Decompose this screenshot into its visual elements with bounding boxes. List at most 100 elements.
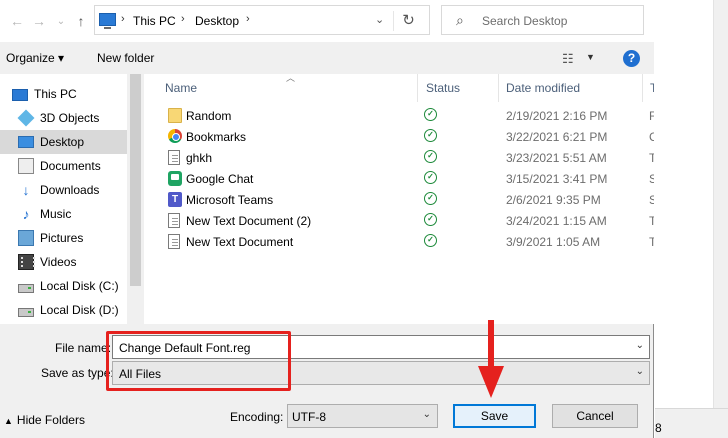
recent-locations-icon[interactable]: ⌄ bbox=[50, 10, 72, 32]
teams-icon: T bbox=[168, 192, 182, 207]
nav-scrollbar[interactable] bbox=[127, 74, 144, 324]
sort-ascending-icon: ︿ bbox=[286, 74, 296, 83]
nav-item-label: Pictures bbox=[40, 231, 84, 245]
column-header-type[interactable]: T bbox=[650, 74, 654, 102]
synced-status-icon: ✓ bbox=[424, 171, 437, 184]
column-divider[interactable] bbox=[498, 74, 499, 102]
nav-item-label: Videos bbox=[40, 255, 77, 269]
chevron-down-icon[interactable]: ⌄ bbox=[375, 13, 384, 26]
save-button[interactable]: Save bbox=[453, 404, 536, 428]
breadcrumb-this-pc[interactable]: This PC bbox=[133, 14, 176, 28]
file-type: T bbox=[649, 235, 654, 249]
synced-status-icon: ✓ bbox=[424, 150, 437, 163]
search-input[interactable]: ⌕ Search Desktop bbox=[441, 5, 644, 35]
help-icon[interactable]: ? bbox=[623, 50, 640, 67]
column-header-date-modified[interactable]: Date modified bbox=[506, 74, 580, 102]
nav-item-desktop[interactable]: Desktop bbox=[0, 130, 127, 154]
folder-icon bbox=[168, 108, 182, 123]
file-name: ghkh bbox=[186, 151, 213, 165]
nav-item-3d-objects[interactable]: 3D Objects bbox=[0, 106, 127, 130]
downloads-icon: ↓ bbox=[22, 182, 30, 198]
file-name: Random bbox=[186, 109, 232, 123]
file-type: T bbox=[649, 214, 654, 228]
hide-folders-button[interactable]: ▲ Hide Folders bbox=[4, 413, 85, 427]
file-name: Microsoft Teams bbox=[186, 193, 274, 207]
address-bar[interactable]: › This PC › Desktop › ⌄ ↻ bbox=[94, 5, 430, 35]
nav-item-label: Documents bbox=[40, 159, 101, 173]
file-row[interactable]: Google Chat ✓ 3/15/2021 3:41 PM S bbox=[144, 168, 654, 189]
synced-status-icon: ✓ bbox=[424, 129, 437, 142]
column-divider[interactable] bbox=[642, 74, 643, 102]
file-row[interactable]: Bookmarks ✓ 3/22/2021 6:21 PM C bbox=[144, 126, 654, 147]
file-type: T bbox=[649, 151, 654, 165]
organize-button[interactable]: Organize ▾ bbox=[6, 51, 64, 65]
nav-item-label: This PC bbox=[34, 87, 77, 101]
file-date: 2/6/2021 9:35 PM bbox=[506, 193, 601, 207]
scrollbar-thumb[interactable] bbox=[130, 74, 141, 286]
new-folder-button[interactable]: New folder bbox=[97, 51, 154, 65]
search-placeholder: Search Desktop bbox=[482, 14, 568, 28]
hide-folders-label: Hide Folders bbox=[16, 413, 85, 427]
nav-item-pictures[interactable]: Pictures bbox=[0, 226, 127, 250]
chevron-right-icon[interactable]: › bbox=[181, 13, 185, 25]
file-row[interactable]: ghkh ✓ 3/23/2021 5:51 AM T bbox=[144, 147, 654, 168]
chevron-up-icon: ▲ bbox=[4, 416, 13, 426]
background-scrollbar bbox=[713, 0, 728, 408]
nav-item-music[interactable]: ♪ Music bbox=[0, 202, 127, 226]
chevron-down-icon[interactable]: ⌄ bbox=[636, 366, 644, 377]
file-type: S bbox=[649, 172, 654, 186]
synced-status-icon: ✓ bbox=[424, 192, 437, 205]
nav-item-local-disk-c[interactable]: Local Disk (C:) bbox=[0, 274, 127, 298]
chevron-right-icon[interactable]: › bbox=[246, 13, 250, 25]
arrow-annotation-icon bbox=[478, 320, 504, 398]
search-icon: ⌕ bbox=[456, 12, 464, 28]
pictures-icon bbox=[18, 230, 34, 246]
column-header-status[interactable]: Status bbox=[426, 74, 460, 102]
drive-icon bbox=[18, 307, 34, 317]
back-icon[interactable]: ← bbox=[6, 10, 28, 32]
cancel-button[interactable]: Cancel bbox=[552, 404, 638, 428]
nav-item-label: Local Disk (C:) bbox=[40, 279, 119, 293]
nav-item-local-disk-d[interactable]: Local Disk (D:) bbox=[0, 298, 127, 322]
forward-icon[interactable]: → bbox=[28, 10, 50, 32]
videos-icon bbox=[18, 254, 35, 270]
background-status-bar: 8 bbox=[655, 408, 728, 438]
this-pc-icon bbox=[99, 13, 116, 29]
chevron-down-icon[interactable]: ⌄ bbox=[636, 340, 644, 351]
up-icon[interactable]: ↑ bbox=[70, 10, 92, 32]
synced-status-icon: ✓ bbox=[424, 213, 437, 226]
nav-item-videos[interactable]: Videos bbox=[0, 250, 127, 274]
file-row[interactable]: New Text Document (2) ✓ 3/24/2021 1:15 A… bbox=[144, 210, 654, 231]
save-as-dialog: ← → ⌄ ↑ › This PC › Desktop › ⌄ ↻ ⌕ Sear… bbox=[0, 0, 654, 438]
file-date: 3/24/2021 1:15 AM bbox=[506, 214, 607, 228]
file-type: S bbox=[649, 193, 654, 207]
file-name: New Text Document (2) bbox=[186, 214, 312, 228]
synced-status-icon: ✓ bbox=[424, 108, 437, 121]
nav-item-label: Desktop bbox=[40, 135, 85, 149]
google-chat-icon bbox=[168, 171, 182, 186]
chevron-down-icon[interactable]: ⌄ bbox=[423, 409, 431, 420]
nav-item-this-pc[interactable]: This PC bbox=[0, 82, 127, 106]
file-list: ︿ Name Status Date modified T Random ✓ 2… bbox=[144, 74, 654, 324]
nav-item-downloads[interactable]: ↓ Downloads bbox=[0, 178, 127, 202]
view-options-icon[interactable]: ☷ bbox=[562, 51, 574, 67]
column-header-name[interactable]: Name bbox=[165, 74, 197, 102]
file-row[interactable]: Random ✓ 2/19/2021 2:16 PM F bbox=[144, 105, 654, 126]
file-date: 3/9/2021 1:05 AM bbox=[506, 235, 601, 249]
text-document-icon bbox=[168, 234, 180, 249]
file-row[interactable]: T Microsoft Teams ✓ 2/6/2021 9:35 PM S bbox=[144, 189, 654, 210]
chevron-right-icon[interactable]: › bbox=[121, 13, 125, 25]
breadcrumb-desktop[interactable]: Desktop bbox=[195, 14, 239, 28]
nav-item-label: 3D Objects bbox=[40, 111, 100, 125]
refresh-icon[interactable]: ↻ bbox=[393, 11, 423, 31]
column-divider[interactable] bbox=[417, 74, 418, 102]
file-row[interactable]: New Text Document ✓ 3/9/2021 1:05 AM T bbox=[144, 231, 654, 252]
file-name: Google Chat bbox=[186, 172, 254, 186]
encoding-value: UTF-8 bbox=[292, 410, 326, 424]
file-name: New Text Document bbox=[186, 235, 294, 249]
background-status-text: 8 bbox=[655, 421, 662, 435]
nav-item-label: Local Disk (D:) bbox=[40, 303, 119, 317]
chevron-down-icon[interactable]: ▼ bbox=[586, 52, 595, 62]
encoding-select[interactable]: UTF-8 ⌄ bbox=[287, 404, 438, 428]
nav-item-documents[interactable]: Documents bbox=[0, 154, 127, 178]
